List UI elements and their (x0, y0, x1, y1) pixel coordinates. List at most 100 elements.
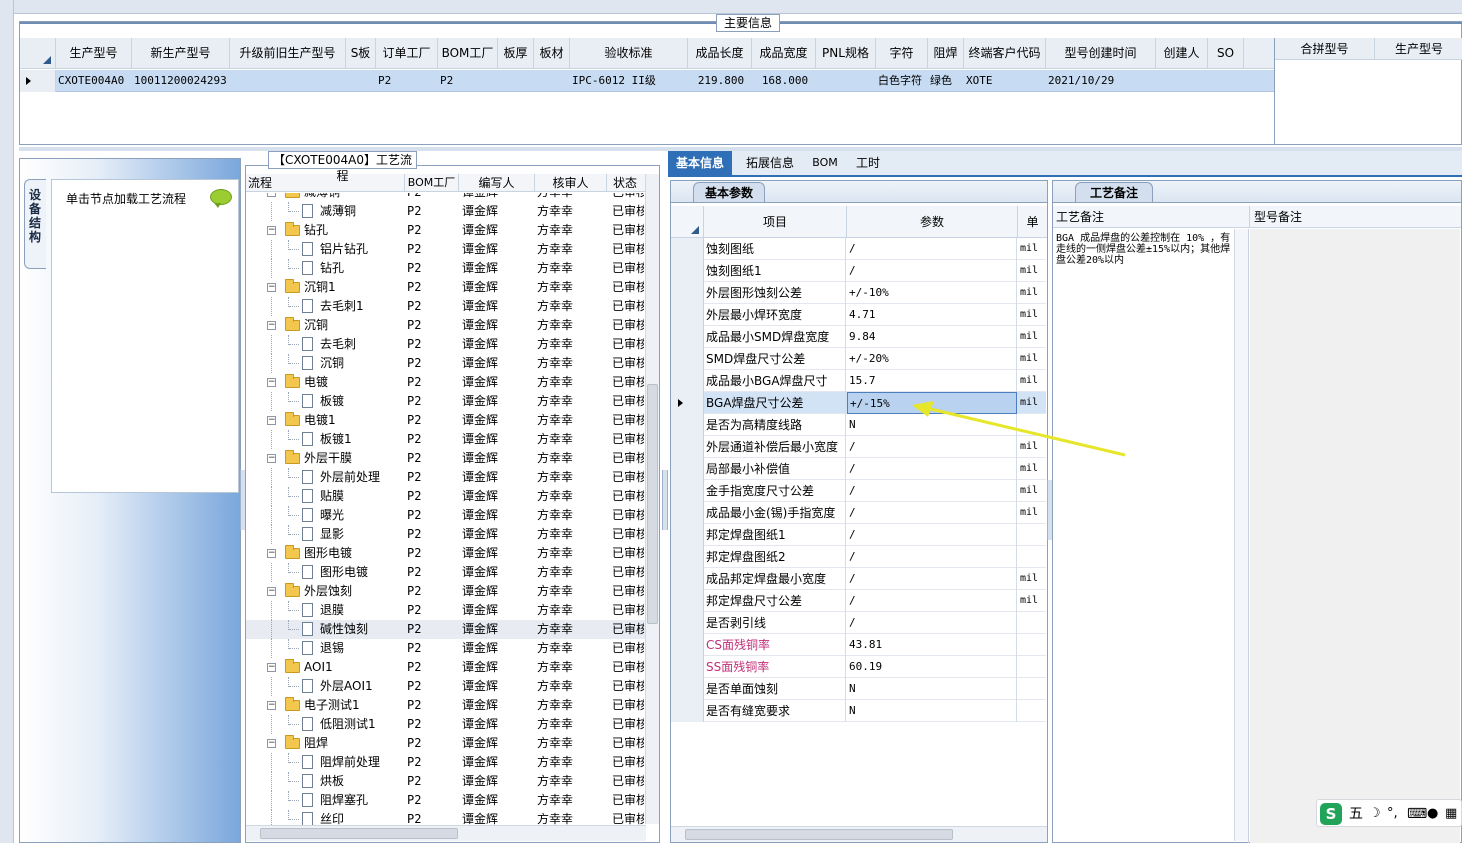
param-row[interactable]: SS面残铜率 60.19 (671, 656, 1046, 678)
param-value[interactable]: / (847, 590, 1017, 612)
collapse-toggle-icon[interactable]: − (267, 378, 276, 387)
collapse-toggle-icon[interactable]: − (267, 283, 276, 292)
param-value[interactable]: / (847, 480, 1017, 502)
tab-device-structure[interactable]: 设备结构 (24, 179, 46, 269)
process-tree-row[interactable]: − 沉铜 P2 谭金辉 方幸幸 已审核 (246, 316, 646, 335)
process-tree-row[interactable]: 铝片钻孔 P2 谭金辉 方幸幸 已审核 (246, 240, 646, 259)
process-tree-row[interactable]: 碱性蚀刻 P2 谭金辉 方幸幸 已审核 (246, 620, 646, 639)
collapse-toggle-icon[interactable]: − (267, 321, 276, 330)
param-row[interactable]: 局部最小补偿值 / mil (671, 458, 1046, 480)
param-row[interactable]: CS面残铜率 43.81 (671, 634, 1046, 656)
row-selector[interactable] (671, 458, 704, 480)
collapse-toggle-icon[interactable]: − (267, 663, 276, 672)
process-tree-row[interactable]: − AOI1 P2 谭金辉 方幸幸 已审核 (246, 658, 646, 677)
main-col-header[interactable]: 生产型号 (56, 38, 132, 68)
param-value[interactable]: / (847, 612, 1017, 634)
row-selector[interactable] (671, 524, 704, 546)
main-col-header[interactable]: 新生产型号 (132, 38, 230, 68)
process-tree-row[interactable]: − 阻焊 P2 谭金辉 方幸幸 已审核 (246, 734, 646, 753)
user-icon[interactable]: ● (1427, 804, 1438, 824)
param-value[interactable]: / (847, 260, 1017, 282)
model-note-area[interactable] (1250, 229, 1460, 843)
param-value[interactable]: N (847, 700, 1017, 722)
row-selector[interactable] (671, 326, 704, 348)
keyboard-icon[interactable]: ⌨ (1407, 804, 1427, 824)
row-selector[interactable] (671, 546, 704, 568)
collapse-toggle-icon[interactable]: − (267, 549, 276, 558)
process-tree-row[interactable]: 钻孔 P2 谭金辉 方幸幸 已审核 (246, 259, 646, 278)
process-hscroll[interactable] (246, 825, 646, 841)
collapse-toggle-icon[interactable]: − (267, 701, 276, 710)
process-tree-row[interactable]: − 图形电镀 P2 谭金辉 方幸幸 已审核 (246, 544, 646, 563)
param-value[interactable]: 15.7 (847, 370, 1017, 392)
main-col-header[interactable]: SO (1208, 38, 1244, 68)
param-value[interactable]: / (847, 546, 1017, 568)
collapse-toggle-icon[interactable]: − (267, 454, 276, 463)
param-row[interactable]: 成品最小金(锡)手指宽度 / mil (671, 502, 1046, 524)
tab-basic-info[interactable]: 基本信息 (668, 151, 732, 175)
row-selector[interactable] (671, 304, 704, 326)
param-value[interactable]: / (847, 238, 1017, 260)
param-row[interactable]: 金手指宽度尺寸公差 / mil (671, 480, 1046, 502)
param-row[interactable]: 外层通道补偿后最小宽度 / mil (671, 436, 1046, 458)
row-selector[interactable] (671, 260, 704, 282)
row-selector[interactable] (671, 414, 704, 436)
tab-work-hours[interactable]: 工时 (848, 151, 888, 175)
process-tree-row[interactable]: 阻焊塞孔 P2 谭金辉 方幸幸 已审核 (246, 791, 646, 810)
main-grid-row[interactable]: CXOTE004A0 10011200024293 P2 P2 IPC-6012 II级… (20, 70, 1274, 92)
process-tree-row[interactable]: 外层前处理 P2 谭金辉 方幸幸 已审核 (246, 468, 646, 487)
param-value[interactable]: / (847, 458, 1017, 480)
param-value[interactable]: / (847, 436, 1017, 458)
param-row[interactable]: 邦定焊盘图纸2/ (671, 546, 1046, 568)
param-row[interactable]: 蚀刻图纸 / mil (671, 238, 1046, 260)
process-tree-row[interactable]: 去毛刺 P2 谭金辉 方幸幸 已审核 (246, 335, 646, 354)
process-tree-row[interactable]: 图形电镀 P2 谭金辉 方幸幸 已审核 (246, 563, 646, 582)
param-value[interactable]: / (847, 502, 1017, 524)
tab-bom[interactable]: BOM (808, 151, 842, 175)
process-tree-row[interactable]: 丝印 P2 谭金辉 方幸幸 已审核 (246, 810, 646, 825)
param-value[interactable]: / (847, 524, 1017, 546)
process-tree-row[interactable]: − 外层干膜 P2 谭金辉 方幸幸 已审核 (246, 449, 646, 468)
process-tree-row[interactable]: 沉铜 P2 谭金辉 方幸幸 已审核 (246, 354, 646, 373)
process-tree-row[interactable]: 去毛刺1 P2 谭金辉 方幸幸 已审核 (246, 297, 646, 316)
main-col-header[interactable]: 订单工厂 (376, 38, 438, 68)
row-selector[interactable] (671, 502, 704, 524)
main-col-header[interactable]: 成品长度 (688, 38, 752, 68)
collapse-toggle-icon[interactable]: − (267, 587, 276, 596)
process-tree-row[interactable]: − 外层蚀刻 P2 谭金辉 方幸幸 已审核 (246, 582, 646, 601)
tab-extended-info[interactable]: 拓展信息 (738, 151, 802, 175)
param-row[interactable]: 邦定焊盘尺寸公差 / mil (671, 590, 1046, 612)
main-col-header[interactable]: S板 (346, 38, 376, 68)
param-row[interactable]: 成品最小SMD焊盘宽度 9.84 mil (671, 326, 1046, 348)
main-col-header[interactable]: 终端客户代码 (964, 38, 1046, 68)
collapse-toggle-icon[interactable]: − (267, 739, 276, 748)
collapse-toggle-icon[interactable]: − (267, 416, 276, 425)
param-row[interactable]: 是否有缝宽要求 N (671, 700, 1046, 722)
param-row[interactable]: 蚀刻图纸1/mil (671, 260, 1046, 282)
param-value[interactable]: +/-15% (847, 392, 1017, 414)
param-row[interactable]: BGA焊盘尺寸公差 +/-15% mil (671, 392, 1046, 414)
param-value[interactable]: +/-10% (847, 282, 1017, 304)
process-tree-row[interactable]: 板镀1 P2 谭金辉 方幸幸 已审核 (246, 430, 646, 449)
process-note-text[interactable]: BGA 成品焊盘的公差控制在 10% ，有走线的一侧焊盘公差±15%以内；其他焊… (1056, 233, 1231, 266)
param-value[interactable]: +/-20% (847, 348, 1017, 370)
process-tree-row[interactable]: 退膜 P2 谭金辉 方幸幸 已审核 (246, 601, 646, 620)
main-col-header[interactable]: 字符 (876, 38, 928, 68)
main-col-header[interactable]: 验收标准 (570, 38, 688, 68)
ime-mode-label[interactable]: 五 (1349, 804, 1363, 824)
process-vscroll[interactable] (645, 174, 659, 824)
row-selector[interactable] (671, 678, 704, 700)
row-selector[interactable] (671, 348, 704, 370)
main-col-header[interactable]: PNL规格 (816, 38, 876, 68)
row-selector[interactable] (671, 656, 704, 678)
splitter-grip[interactable] (662, 470, 668, 530)
main-col-header[interactable]: 升级前旧生产型号 (230, 38, 346, 68)
row-selector[interactable] (671, 436, 704, 458)
row-selector[interactable] (671, 590, 704, 612)
param-row[interactable]: 是否单面蚀刻 N (671, 678, 1046, 700)
collapse-toggle-icon[interactable]: − (267, 226, 276, 235)
main-col-header[interactable]: BOM工厂 (438, 38, 498, 68)
row-selector[interactable] (671, 370, 704, 392)
process-tree-row[interactable]: 减薄铜 P2 谭金辉 方幸幸 已审核 (246, 202, 646, 221)
param-value[interactable]: N (847, 678, 1017, 700)
